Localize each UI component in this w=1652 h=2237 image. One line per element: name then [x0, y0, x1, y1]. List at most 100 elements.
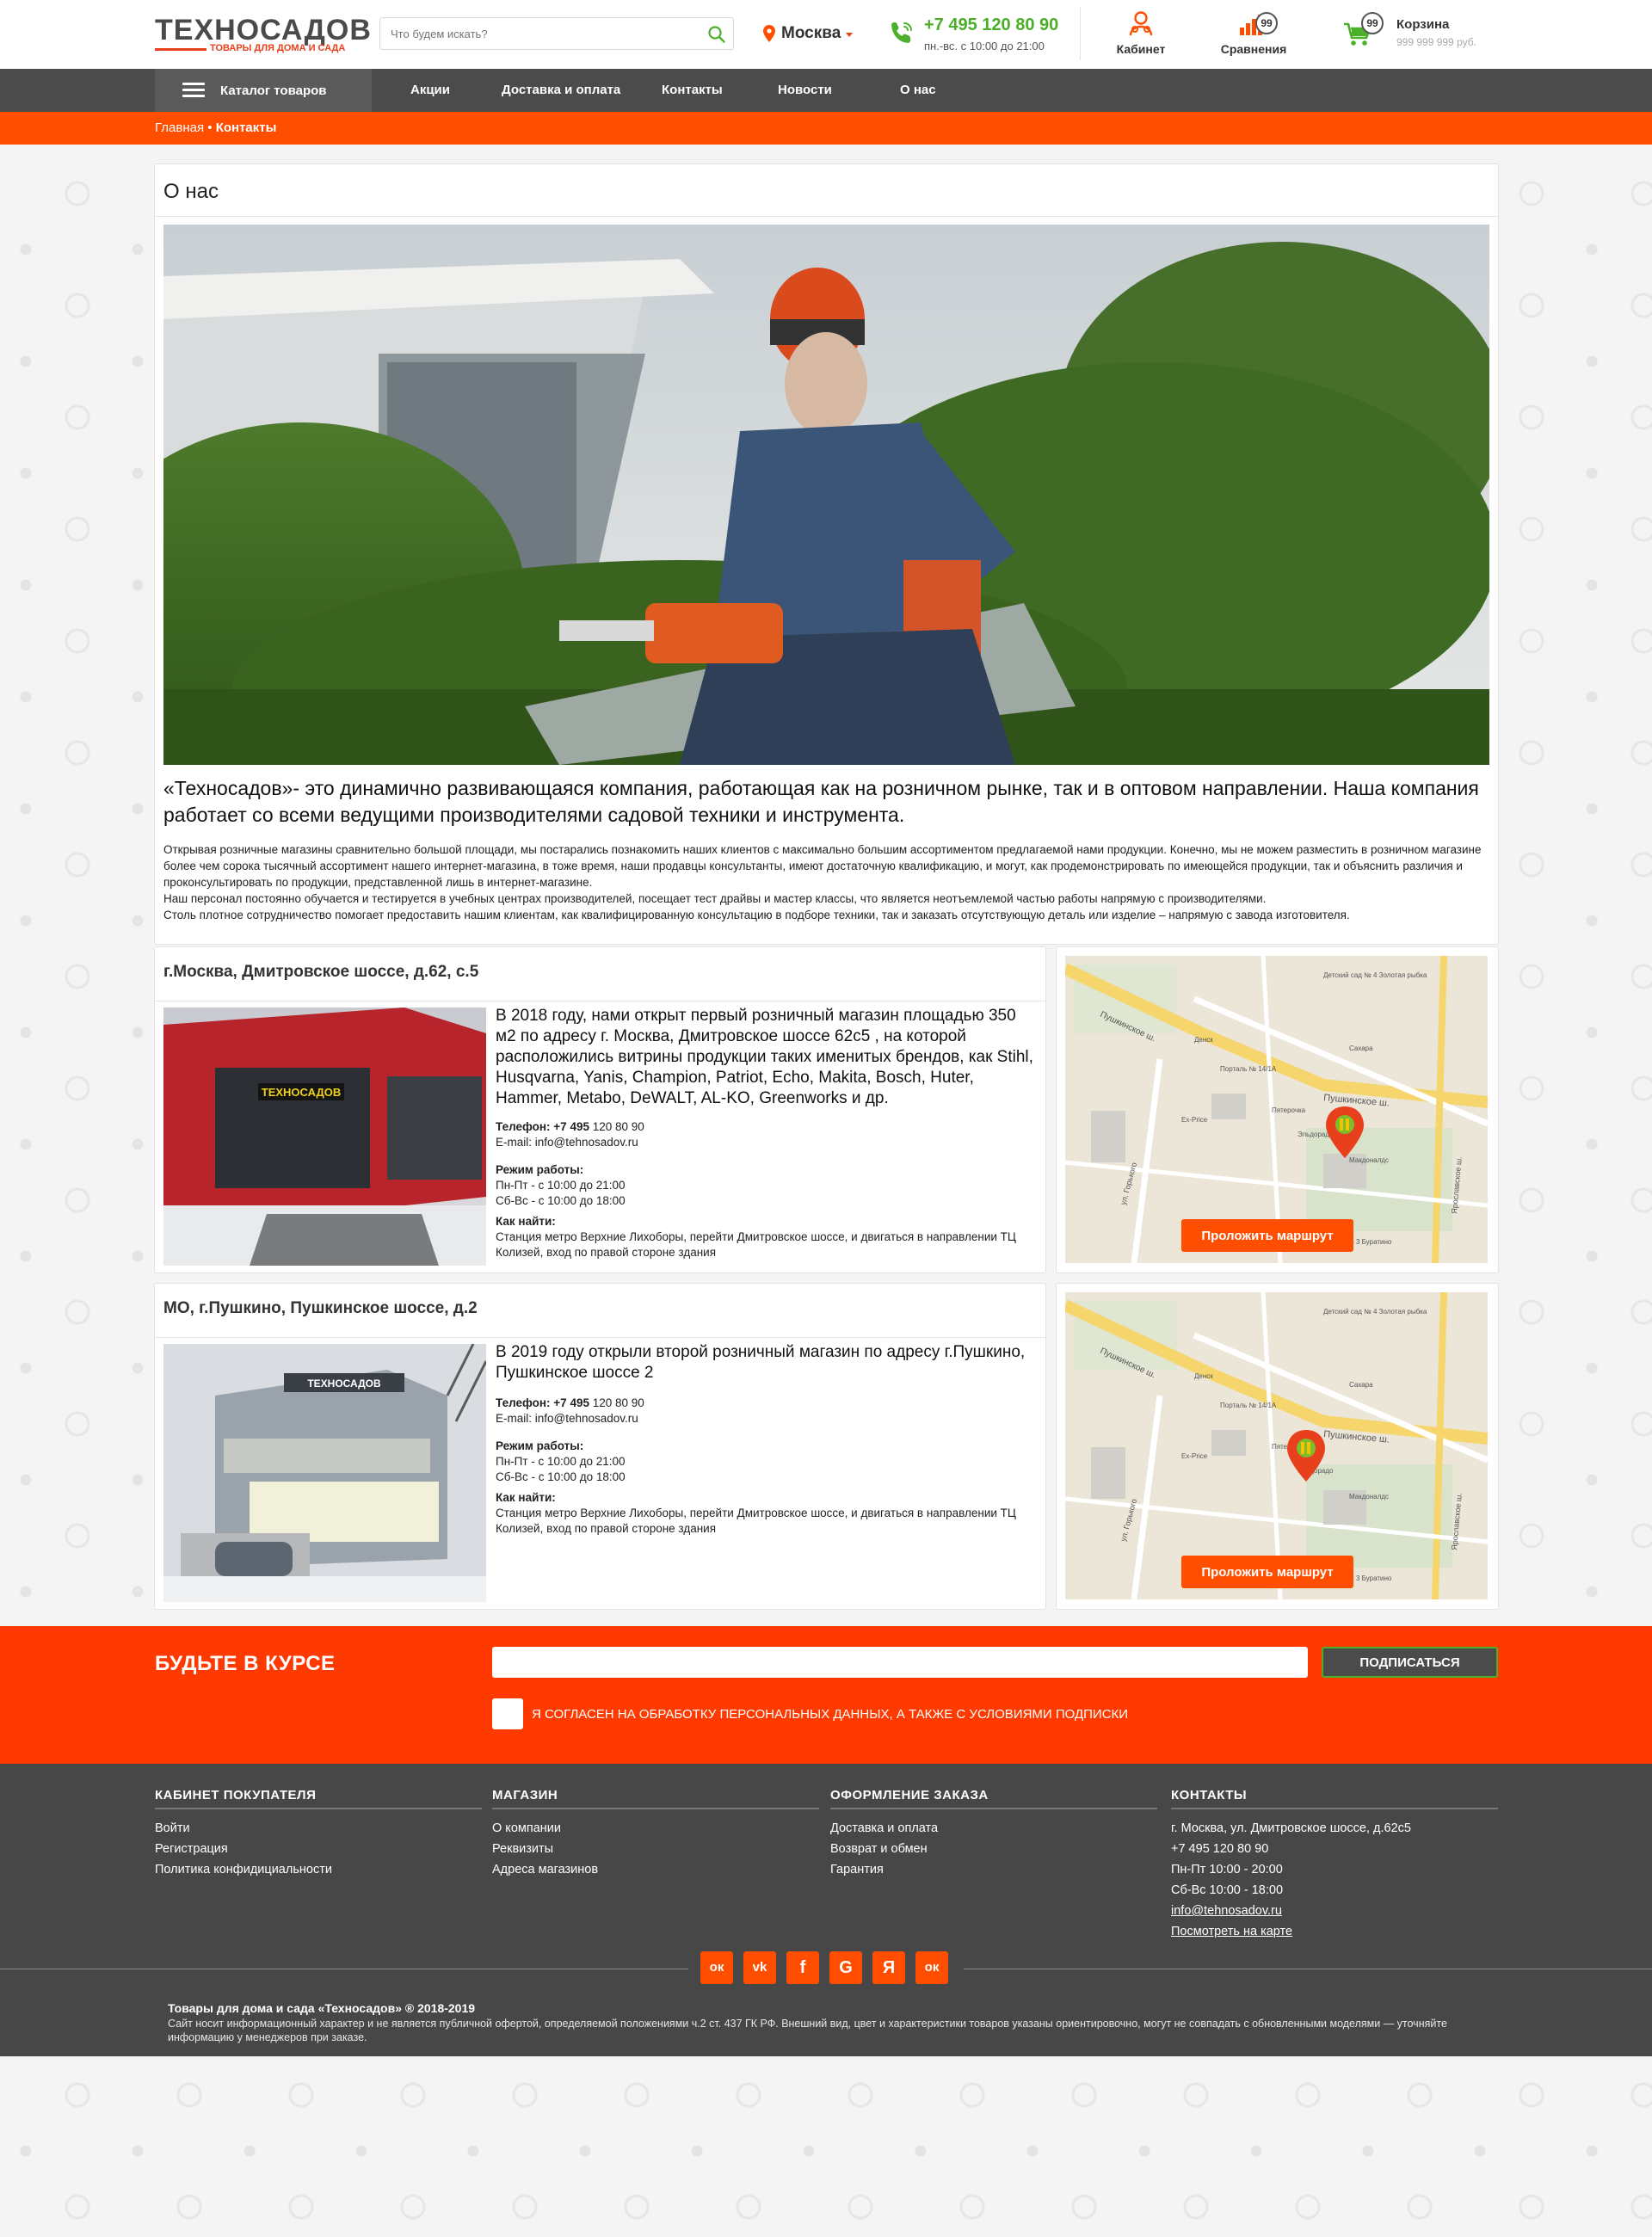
odnoklassniki-icon[interactable]: ок [915, 1951, 948, 1984]
phone-hours: пн.-вс. с 10:00 до 21:00 [924, 40, 1045, 52]
footer-hours-weekend: Сб-Вс 10:00 - 18:00 [1171, 1883, 1284, 1897]
consent-label: Я СОГЛАСЕН НА ОБРАБОТКУ ПЕРСОНАЛЬНЫХ ДАН… [532, 1707, 1129, 1722]
yandex-icon[interactable]: Я [872, 1951, 905, 1984]
cart-button[interactable]: 99 [1342, 12, 1384, 50]
about-paragraph: Столь плотное сотрудничество помогает пр… [163, 909, 1350, 921]
subscribe-title: БУДЬТЕ В КУРСЕ [155, 1652, 336, 1675]
compare-label: Сравнения [1220, 42, 1287, 56]
store-card: МО, г.Пушкино, Пушкинское шоссе, д.2 ТЕХ… [154, 1283, 1046, 1610]
footer-column-shop: МАГАЗИН О компании Реквизиты Адреса мага… [492, 1788, 819, 1880]
store-sign: ТЕХНОСАДОВ [307, 1377, 381, 1390]
nav-item-delivery[interactable]: Доставка и оплата [502, 69, 620, 112]
find-label: Как найти: [496, 1215, 556, 1228]
subscribe-button[interactable]: ПОДПИСАТЬСЯ [1322, 1647, 1498, 1678]
about-intro: «Техносадов»- это динамично развивающаяс… [163, 777, 1479, 826]
vk-icon[interactable]: vk [743, 1951, 776, 1984]
logo-underline [155, 48, 206, 51]
page-title: О нас [163, 180, 219, 203]
google-icon[interactable]: G [829, 1951, 862, 1984]
map-poi-label: Ex-Price [1181, 1452, 1208, 1460]
compare-count-badge: 99 [1255, 12, 1278, 34]
footer-email-link[interactable]: info@tehnosadov.ru [1171, 1901, 1498, 1921]
hamburger-icon [182, 83, 205, 98]
footer-link-addresses[interactable]: Адреса магазинов [492, 1859, 819, 1880]
footer-link-login[interactable]: Войти [155, 1818, 482, 1839]
nav-item-news[interactable]: Новости [778, 69, 832, 112]
map-card: Пушкинское ш. Пушкинское ш. Детский сад … [1056, 1283, 1499, 1610]
cart-count-badge: 99 [1361, 12, 1384, 34]
search-box [379, 17, 734, 50]
store-map[interactable]: Пушкинское ш. Пушкинское ш. Детский сад … [1065, 956, 1488, 1263]
store-card: г.Москва, Дмитровское шоссе, д.62, с.5 Т… [154, 946, 1046, 1273]
consent-checkbox[interactable] [492, 1698, 523, 1729]
about-paragraph: Открывая розничные магазины сравнительно… [163, 843, 1482, 889]
footer-link-delivery[interactable]: Доставка и оплата [830, 1818, 1157, 1839]
cabinet-button[interactable]: Кабинет [1108, 10, 1174, 59]
route-button[interactable]: Проложить маршрут [1181, 1556, 1353, 1588]
nav-item-contacts[interactable]: Контакты [662, 69, 723, 112]
store-email[interactable]: E-mail: info@tehnosadov.ru [496, 1411, 1046, 1427]
site-footer: КАБИНЕТ ПОКУПАТЕЛЯ Войти Регистрация Пол… [0, 1764, 1652, 2056]
phone-code: +7 495 [553, 1396, 589, 1409]
map-poi-label: Сахара [1349, 1045, 1373, 1052]
footer-link-warranty[interactable]: Гарантия [830, 1859, 1157, 1880]
hours-weekdays: Пн-Пт - с 10:00 до 21:00 [496, 1179, 626, 1192]
store-sign: ТЕХНОСАДОВ [262, 1086, 341, 1099]
search-input[interactable] [380, 18, 690, 49]
nav-item-about[interactable]: О нас [900, 69, 936, 112]
subscribe-email-input[interactable] [492, 1647, 1308, 1678]
nav-item-promo[interactable]: Акции [410, 69, 450, 112]
footer-link-register[interactable]: Регистрация [155, 1839, 482, 1859]
compare-button[interactable]: Сравнения 99 [1215, 10, 1292, 59]
map-poi-label: Детский сад № 4 Золотая рыбка [1323, 1308, 1427, 1316]
phone-icon [891, 22, 912, 43]
store-email[interactable]: E-mail: info@tehnosadov.ru [496, 1135, 1046, 1150]
cart-label[interactable]: Корзина [1396, 17, 1449, 32]
chevron-down-icon [846, 33, 854, 37]
find-label: Как найти: [496, 1491, 556, 1504]
find-text: Станция метро Верхние Лихоборы, перейти … [496, 1230, 1016, 1259]
store-phone[interactable]: 120 80 90 [593, 1396, 644, 1409]
map-poi-label: Ex-Price [1181, 1116, 1208, 1124]
odnoklassniki-alt-icon[interactable]: ок [700, 1951, 733, 1984]
footer-map-link[interactable]: Посмотреть на карте [1171, 1921, 1498, 1942]
hero-image [163, 225, 1489, 765]
hours-weekend: Сб-Вс - с 10:00 до 18:00 [496, 1470, 626, 1483]
map-poi-label: Макдоналдс [1349, 1493, 1389, 1501]
header-phone[interactable]: +7 495 120 80 90 пн.-вс. с 10:00 до 21:0… [888, 15, 1060, 57]
footer-phone[interactable]: +7 495 120 80 90 [1171, 1839, 1498, 1859]
about-body: Открывая розничные магазины сравнительно… [163, 841, 1493, 923]
footer-link-returns[interactable]: Возврат и обмен [830, 1839, 1157, 1859]
route-button[interactable]: Проложить маршрут [1181, 1219, 1353, 1252]
site-logo[interactable]: ТЕХНОСАДОВ ТОВАРЫ ДЛЯ ДОМА И САДА [155, 15, 371, 53]
location-pin-icon [763, 25, 775, 42]
divider [155, 1337, 1045, 1338]
search-icon[interactable] [707, 25, 726, 44]
phone-number: +7 495 120 80 90 [924, 15, 1059, 34]
store-description: В 2019 году открыли второй розничный маг… [496, 1343, 1026, 1382]
user-cabinet-icon [1129, 11, 1153, 36]
catalog-label: Каталог товаров [220, 83, 327, 98]
facebook-icon[interactable]: f [786, 1951, 819, 1984]
footer-link-requisites[interactable]: Реквизиты [492, 1839, 819, 1859]
store-phone[interactable]: 120 80 90 [593, 1120, 644, 1133]
catalog-menu-button[interactable]: Каталог товаров [155, 69, 372, 112]
breadcrumb-home[interactable]: Главная [155, 120, 204, 135]
store-title: МО, г.Пушкино, Пушкинское шоссе, д.2 [163, 1299, 478, 1317]
copyright-text: Сайт носит информационный характер и не … [168, 2018, 1447, 2043]
footer-link-privacy[interactable]: Политика конфидициальности [155, 1859, 482, 1880]
breadcrumb-current: Контакты [215, 120, 277, 135]
map-poi-label: Денск [1194, 1036, 1213, 1044]
divider [155, 216, 1498, 217]
store-map[interactable]: Пушкинское ш. Пушкинское ш. Детский сад … [1065, 1292, 1488, 1599]
copyright-title: Товары для дома и сада «Техносадов» ® 20… [168, 2001, 476, 2015]
footer-link-company[interactable]: О компании [492, 1818, 819, 1839]
main-nav: Каталог товаров Акции Доставка и оплата … [0, 69, 1652, 112]
footer-column-title: ОФОРМЛЕНИЕ ЗАКАЗА [830, 1788, 1157, 1809]
cabinet-label: Кабинет [1116, 42, 1166, 56]
store-contacts: Телефон: +7 495 120 80 90 E-mail: info@t… [496, 1396, 1046, 1537]
subscribe-section: БУДЬТЕ В КУРСЕ ПОДПИСАТЬСЯ Я СОГЛАСЕН НА… [0, 1626, 1652, 1764]
map-poi-label: Денск [1194, 1372, 1213, 1380]
city-selector[interactable]: Москва [762, 22, 854, 46]
footer-address: г. Москва, ул. Дмитровское шоссе, д.62с5 [1171, 1821, 1411, 1835]
